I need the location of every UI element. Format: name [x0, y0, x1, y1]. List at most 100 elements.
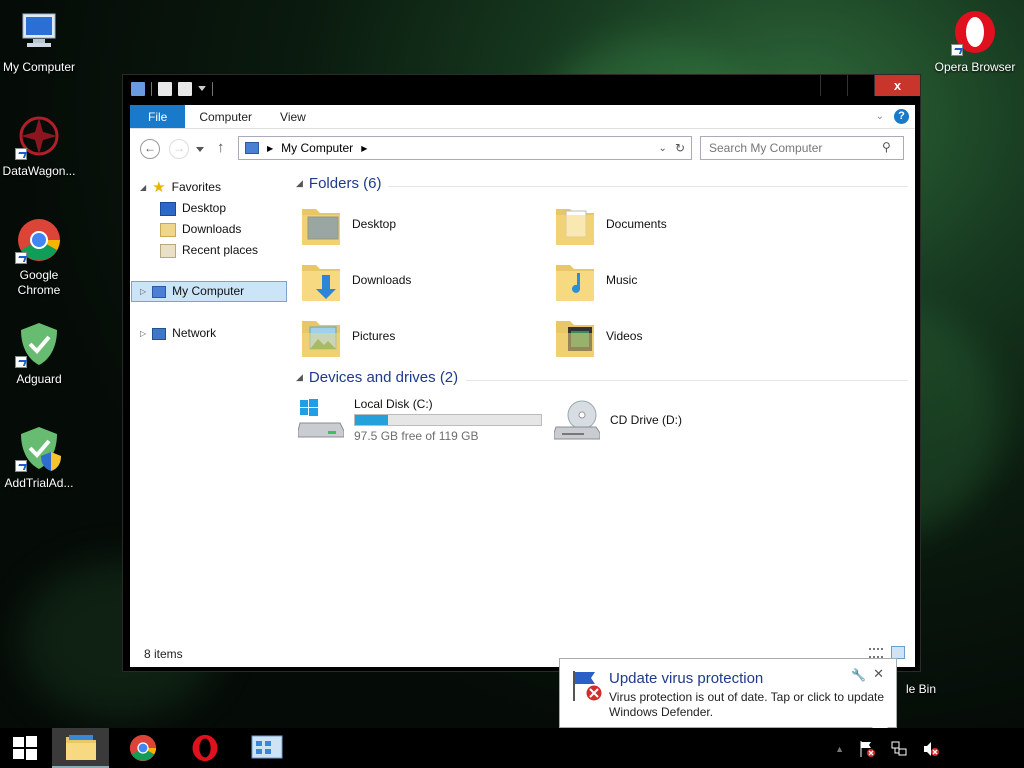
- action-center-flag-icon[interactable]: [858, 740, 876, 758]
- music-folder-icon: [556, 265, 594, 301]
- navigation-bar: ← → ↑ ▶ My Computer ▶ ⌄ ↻ Search My Comp…: [130, 129, 915, 169]
- taskbar-file-explorer[interactable]: [52, 728, 109, 768]
- shortcut-arrow-icon: [15, 356, 27, 368]
- tab-file[interactable]: File: [130, 105, 186, 128]
- new-folder-icon[interactable]: [178, 82, 192, 96]
- drive-cd-d[interactable]: CD Drive (D:): [554, 395, 682, 445]
- folder-label: Videos: [606, 329, 643, 343]
- tree-label: Recent places: [182, 243, 259, 257]
- collapse-arrow-icon[interactable]: ◢: [296, 178, 303, 189]
- up-arrow-icon[interactable]: ↑: [217, 139, 225, 156]
- chrome-icon: [15, 216, 63, 264]
- system-tray: ▲: [835, 740, 940, 758]
- notification-title: Update virus protection: [609, 670, 764, 687]
- group-header-devices[interactable]: ◢ Devices and drives (2): [296, 369, 458, 386]
- tree-item-network[interactable]: ▷ Network: [140, 323, 216, 344]
- desktop-icon-datawagon[interactable]: DataWagon...: [0, 112, 81, 179]
- folder-pictures[interactable]: Pictures: [300, 311, 395, 361]
- refresh-icon[interactable]: ↻: [675, 141, 691, 155]
- tree-item-desktop[interactable]: Desktop: [160, 198, 226, 219]
- folder-label: Music: [606, 273, 638, 287]
- collapse-arrow-icon[interactable]: ◢: [296, 372, 303, 383]
- close-icon[interactable]: ✕: [873, 666, 884, 682]
- taskbar: ▲: [0, 728, 1024, 768]
- close-button[interactable]: x: [874, 75, 920, 96]
- desktop-icon-label: le Bin: [905, 682, 936, 696]
- desktop-folder-icon: [302, 209, 340, 245]
- forward-button[interactable]: →: [169, 139, 189, 159]
- tree-item-favorites[interactable]: ◢ ★ Favorites: [140, 177, 221, 198]
- breadcrumb-chevron-icon[interactable]: ▶: [267, 144, 273, 153]
- group-divider: [466, 380, 908, 381]
- group-header-folders[interactable]: ◢ Folders (6): [296, 175, 381, 192]
- downloads-folder-icon: [302, 265, 340, 301]
- star-icon: ★: [152, 179, 166, 196]
- drive-local-disk-c[interactable]: Local Disk (C:) 97.5 GB free of 119 GB: [298, 395, 542, 447]
- expand-arrow-icon[interactable]: ◢: [140, 177, 146, 198]
- chevron-down-icon[interactable]: [198, 86, 206, 92]
- folder-downloads[interactable]: Downloads: [300, 255, 411, 305]
- desktop-icon-addtrialad[interactable]: AddTrialAd...: [0, 424, 81, 491]
- folder-desktop[interactable]: Desktop: [300, 199, 396, 249]
- folder-music[interactable]: Music: [554, 255, 637, 305]
- desktop-icon-google-chrome[interactable]: Google Chrome: [0, 216, 81, 298]
- tree-item-downloads[interactable]: Downloads: [160, 219, 241, 240]
- folder-label: Documents: [606, 217, 667, 231]
- drive-usage-fill: [355, 415, 389, 425]
- documents-folder-icon: [556, 209, 594, 245]
- shortcut-arrow-icon: [15, 148, 27, 160]
- maximize-button[interactable]: [847, 75, 874, 96]
- datawagon-icon: [15, 112, 63, 160]
- desktop-icon-opera-browser[interactable]: Opera Browser: [933, 8, 1017, 75]
- drive-usage-bar: [354, 414, 542, 426]
- network-icon: [152, 327, 167, 340]
- control-panel-icon: [251, 735, 282, 759]
- expand-arrow-icon[interactable]: ▷: [140, 281, 146, 302]
- volume-muted-icon[interactable]: [922, 740, 940, 758]
- drive-name: CD Drive (D:): [610, 413, 682, 427]
- expand-arrow-icon[interactable]: ▷: [140, 323, 146, 344]
- taskbar-control-panel[interactable]: [238, 728, 295, 768]
- title-bar[interactable]: x: [123, 75, 920, 105]
- tree-item-my-computer[interactable]: ▷ My Computer: [131, 281, 287, 302]
- computer-icon: [15, 8, 63, 56]
- address-bar[interactable]: ▶ My Computer ▶ ⌄ ↻: [238, 136, 692, 160]
- tree-item-recent-places[interactable]: Recent places: [160, 240, 258, 261]
- defender-notification[interactable]: Update virus protection Virus protection…: [559, 658, 897, 728]
- details-view-icon[interactable]: [869, 648, 883, 658]
- folder-documents[interactable]: Documents: [554, 199, 667, 249]
- folder-videos[interactable]: Videos: [554, 311, 642, 361]
- shortcut-arrow-icon: [15, 460, 27, 472]
- taskbar-opera[interactable]: [176, 728, 233, 768]
- tree-label: Favorites: [171, 180, 221, 194]
- group-title: Devices and drives (2): [308, 369, 459, 386]
- chrome-icon: [129, 734, 156, 762]
- address-history-chevron-icon[interactable]: ⌄: [659, 143, 667, 154]
- network-status-icon[interactable]: [890, 740, 908, 758]
- back-button[interactable]: ←: [140, 139, 160, 159]
- videos-folder-icon: [556, 321, 594, 357]
- start-button[interactable]: [0, 728, 50, 768]
- opera-icon: [951, 8, 999, 56]
- windows-drive-icon: [298, 399, 344, 438]
- properties-icon[interactable]: [158, 82, 172, 96]
- recent-locations-chevron-icon[interactable]: [196, 147, 204, 152]
- search-input[interactable]: Search My Computer: [700, 136, 904, 160]
- adguard-shield-icon: [15, 424, 63, 472]
- tab-view[interactable]: View: [266, 105, 320, 128]
- drive-free-space: 97.5 GB free of 119 GB: [354, 429, 479, 443]
- settings-wrench-icon[interactable]: 🔧: [851, 668, 866, 682]
- computer-icon: [152, 285, 167, 298]
- drive-name: Local Disk (C:): [354, 397, 433, 411]
- chevron-down-icon[interactable]: ⌄: [876, 111, 884, 122]
- desktop-icon-my-computer[interactable]: My Computer: [0, 8, 81, 75]
- help-icon[interactable]: ?: [894, 109, 909, 124]
- navigation-pane: ◢ ★ Favorites Desktop Downloads Recent p…: [130, 169, 288, 639]
- minimize-button[interactable]: [820, 75, 847, 96]
- tab-computer[interactable]: Computer: [185, 105, 266, 128]
- breadcrumb-my-computer[interactable]: My Computer: [281, 141, 353, 155]
- taskbar-chrome[interactable]: [114, 728, 171, 768]
- show-hidden-icons-chevron-icon[interactable]: ▲: [835, 744, 844, 754]
- breadcrumb-chevron-icon[interactable]: ▶: [361, 144, 367, 153]
- desktop-icon-adguard[interactable]: Adguard: [0, 320, 81, 387]
